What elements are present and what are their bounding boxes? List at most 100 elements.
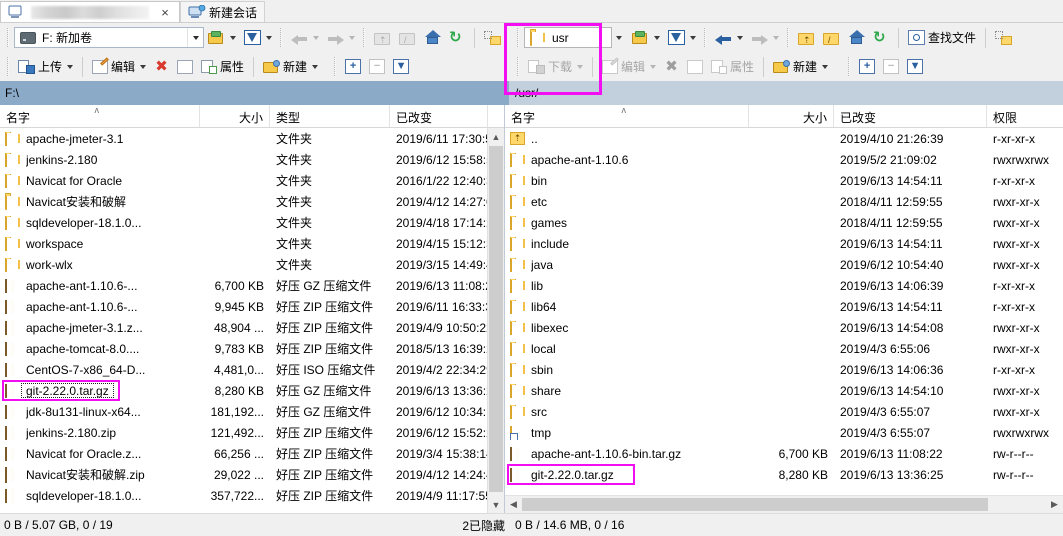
column-header-type[interactable]: 类型 [270, 105, 390, 127]
table-row[interactable]: Navicat for Oracle.z... 66,256 ... 好压 ZIP … [0, 443, 504, 464]
table-row[interactable]: Navicat for Oracle 文件夹 2016/1/22 12:40:38 [0, 170, 504, 191]
delete-button[interactable]: ✖ [150, 54, 173, 79]
table-row[interactable]: Navicat安装和破解.zip 29,022 ... 好压 ZIP 压缩文件 201… [0, 464, 504, 485]
filter-button[interactable] [240, 25, 276, 50]
column-header-name[interactable]: 名字 ʌ [505, 105, 749, 127]
toolbar-grip[interactable] [5, 28, 12, 47]
column-header-size[interactable]: 大小 [200, 105, 270, 127]
toolbar-grip[interactable] [846, 57, 854, 76]
toolbar-grip[interactable] [515, 57, 522, 76]
table-row[interactable]: libexec 2019/6/13 14:54:08 rwxr-xr-x [505, 317, 1063, 338]
table-row[interactable]: src 2019/4/3 6:55:07 rwxr-xr-x [505, 401, 1063, 422]
home-button[interactable] [420, 25, 445, 50]
chevron-down-icon[interactable] [266, 35, 272, 40]
select-filter-button[interactable]: ▼ [903, 54, 927, 79]
chevron-down-icon[interactable] [822, 64, 829, 69]
table-row[interactable]: apache-ant-1.10.6 2019/5/2 21:09:02 rwxrwx… [505, 149, 1063, 170]
chevron-down-icon[interactable] [616, 35, 622, 40]
chevron-down-icon[interactable] [654, 35, 660, 40]
table-row[interactable]: sqldeveloper-18.1.0... 文件夹 2019/4/18 17:14… [0, 212, 504, 233]
toolbar-grip[interactable] [332, 57, 340, 76]
table-row[interactable]: lib64 2019/6/13 14:54:11 r-xr-xr-x [505, 296, 1063, 317]
toolbar-grip[interactable] [785, 28, 792, 47]
compare-folders-button[interactable] [991, 25, 1016, 50]
toolbar-grip[interactable] [515, 28, 522, 47]
new-button[interactable]: 新建 [769, 54, 832, 79]
table-row[interactable]: share 2019/6/13 14:54:10 rwxr-xr-x [505, 380, 1063, 401]
table-row[interactable]: sbin 2019/6/13 14:06:36 r-xr-xr-x [505, 359, 1063, 380]
chevron-down-icon[interactable] [187, 28, 203, 47]
table-row[interactable]: git-2.22.0.tar.gz 8,280 KB 好压 GZ 压缩文件 2019/… [0, 380, 504, 401]
table-row[interactable]: apache-tomcat-8.0.... 9,783 KB 好压 ZIP 压缩文件… [0, 338, 504, 359]
local-file-list[interactable]: apache-jmeter-3.1 文件夹 2019/6/11 17:30:53 je… [0, 128, 504, 513]
table-row[interactable]: bin 2019/6/13 14:54:11 r-xr-xr-x [505, 170, 1063, 191]
select-filter-button[interactable]: ▼ [389, 54, 413, 79]
back-button[interactable] [711, 25, 747, 50]
root-folder-button[interactable]: / [819, 25, 844, 50]
tab-new-session[interactable]: 新建会话 [180, 1, 266, 22]
properties-button[interactable]: 属性 [197, 54, 248, 79]
table-row[interactable]: work-wlx 文件夹 2019/3/15 14:49:41 [0, 254, 504, 275]
close-icon[interactable]: × [158, 6, 172, 19]
table-row[interactable]: ⇡.. 2019/4/10 21:26:39 r-xr-xr-x [505, 128, 1063, 149]
remote-horizontal-scrollbar[interactable]: ◀ ▶ [505, 495, 1063, 513]
chevron-down-icon[interactable] [140, 64, 147, 69]
chevron-down-icon[interactable] [67, 64, 74, 69]
remote-path-selector[interactable]: usr [524, 27, 612, 48]
table-row[interactable]: Navicat安装和破解 文件夹 2019/4/12 14:27:03 [0, 191, 504, 212]
toolbar-grip[interactable] [361, 28, 368, 47]
select-all-button[interactable]: + [855, 54, 879, 79]
scrollbar-thumb[interactable] [522, 498, 988, 511]
table-row[interactable]: lib 2019/6/13 14:06:39 r-xr-xr-x [505, 275, 1063, 296]
scroll-down-icon[interactable]: ▼ [488, 496, 504, 513]
edit-button[interactable]: 编辑 [88, 54, 150, 79]
table-row[interactable]: jenkins-2.180 文件夹 2019/6/12 15:58:59 [0, 149, 504, 170]
scrollbar-track[interactable] [522, 497, 1046, 512]
local-vertical-scrollbar[interactable]: ▲ ▼ [487, 128, 504, 513]
new-button[interactable]: 新建 [259, 54, 322, 79]
table-row[interactable]: etc 2018/4/11 12:59:55 rwxr-xr-x [505, 191, 1063, 212]
toolbar-grip[interactable] [702, 28, 709, 47]
table-row[interactable]: games 2018/4/11 12:59:55 rwxr-xr-x [505, 212, 1063, 233]
refresh-button[interactable]: ↻ [445, 25, 469, 50]
chevron-down-icon[interactable] [230, 35, 236, 40]
table-row[interactable]: apache-jmeter-3.1.z... 48,904 ... 好压 ZIP 压… [0, 317, 504, 338]
upload-button[interactable]: 上传 [14, 54, 77, 79]
parent-folder-button[interactable]: ⇡ [794, 25, 819, 50]
open-folder-button[interactable] [204, 25, 240, 50]
column-header-name[interactable]: 名字 ʌ [0, 105, 200, 127]
table-row[interactable]: CentOS-7-x86_64-D... 4,481,0... 好压 ISO 压缩文… [0, 359, 504, 380]
right-address-bar[interactable]: /usr/ [505, 81, 1063, 105]
table-row[interactable]: apache-ant-1.10.6-... 9,945 KB 好压 ZIP 压缩文件… [0, 296, 504, 317]
remote-file-list[interactable]: ⇡.. 2019/4/10 21:26:39 r-xr-xr-x apache-ant… [505, 128, 1063, 495]
table-row[interactable]: workspace 文件夹 2019/4/15 15:12:39 [0, 233, 504, 254]
find-files-button[interactable]: 查找文件 [904, 25, 980, 50]
scroll-right-icon[interactable]: ▶ [1046, 499, 1063, 510]
compare-folders-button[interactable] [480, 25, 505, 50]
scrollbar-thumb[interactable] [489, 146, 503, 492]
toolbar-grip[interactable] [278, 28, 285, 47]
table-row[interactable]: sqldeveloper-18.1.0... 357,722... 好压 ZIP 压… [0, 485, 504, 506]
table-row[interactable]: git-2.22.0.tar.gz 8,280 KB 2019/6/13 13:36… [505, 464, 1063, 485]
left-address-bar[interactable]: F:\ [0, 81, 505, 105]
chevron-down-icon[interactable] [312, 64, 319, 69]
drive-selector[interactable]: F: 新加卷 [14, 27, 204, 48]
scroll-up-icon[interactable]: ▲ [488, 128, 504, 145]
table-row[interactable]: jdk-8u131-linux-x64... 181,192... 好压 GZ 压缩… [0, 401, 504, 422]
filter-button[interactable] [664, 25, 700, 50]
table-row[interactable]: include 2019/6/13 14:54:11 rwxr-xr-x [505, 233, 1063, 254]
toolbar-grip[interactable] [5, 57, 12, 76]
chevron-down-icon[interactable] [690, 35, 696, 40]
column-header-modified[interactable]: 已改变 [834, 105, 987, 127]
rename-button[interactable] [173, 54, 197, 79]
refresh-button[interactable]: ↻ [869, 25, 893, 50]
column-header-modified[interactable]: 已改变 [390, 105, 488, 127]
open-folder-button[interactable] [628, 25, 664, 50]
table-row[interactable]: local 2019/4/3 6:55:06 rwxr-xr-x [505, 338, 1063, 359]
chevron-down-icon[interactable] [737, 35, 743, 40]
table-row[interactable]: apache-ant-1.10.6-... 6,700 KB 好压 GZ 压缩文件 2… [0, 275, 504, 296]
scroll-left-icon[interactable]: ◀ [505, 499, 522, 510]
table-row[interactable]: apache-ant-1.10.6-bin.tar.gz 6,700 KB 2019… [505, 443, 1063, 464]
table-row[interactable]: jenkins-2.180.zip 121,492... 好压 ZIP 压缩文件 20… [0, 422, 504, 443]
home-button[interactable] [844, 25, 869, 50]
